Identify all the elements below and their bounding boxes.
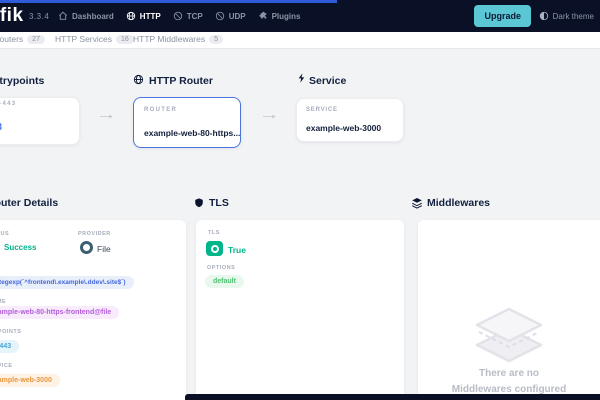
nav-item-tcp[interactable]: TCP (173, 11, 203, 21)
options-label: OPTIONS (207, 265, 236, 271)
contrast-icon (539, 11, 549, 21)
entrypoints-section-title: Entrypoints (0, 75, 45, 87)
tab-label: HTTP Routers (0, 34, 24, 44)
globe-icon (126, 11, 136, 21)
tls-section-title: TLS (209, 197, 229, 209)
service-label: SERVICE (0, 363, 13, 369)
middlewares-section-title: Middlewares (427, 197, 491, 209)
file-provider-icon (80, 241, 93, 254)
name-label: NAME (0, 299, 7, 305)
nav-item-label: HTTP (139, 11, 161, 21)
tab-count-badge: 5 (209, 34, 224, 44)
theme-toggle[interactable]: Dark theme (539, 0, 594, 32)
flow-arrow-icon: → (95, 106, 117, 122)
tab-http-middlewares[interactable]: HTTP Middlewares 5 (133, 34, 224, 44)
service-card-label: SERVICE (306, 107, 338, 113)
rule-badge: HostRegexp(`^frontend\.example\.ddev\.si… (0, 276, 134, 289)
router-card-label: ROUTER (144, 107, 178, 113)
entrypoints-label: ENTRYPOINTS (0, 329, 22, 335)
main-nav: Dashboard HTTP TCP UDP Plugins (58, 0, 300, 32)
service-card[interactable]: SERVICE example-web-3000 (296, 98, 404, 142)
tab-http-services[interactable]: HTTP Services 16 (55, 34, 134, 44)
empty-message-line1: There are no (478, 368, 540, 379)
tab-count-badge: 27 (27, 34, 45, 44)
tab-label: HTTP Services (55, 34, 112, 44)
service-section-title: Service (309, 75, 347, 87)
status-label: STATUS (0, 231, 10, 237)
top-navbar: traefik 3.3.4 Dashboard HTTP TCP (0, 0, 600, 32)
empty-middlewares-illustration (471, 306, 547, 369)
nav-item-label: Plugins (271, 11, 301, 21)
bottom-drawer-edge (185, 394, 600, 400)
nav-item-label: Dashboard (72, 11, 114, 21)
entrypoint-card-label: HTTPS-443 (0, 101, 17, 107)
router-card[interactable]: ROUTER example-web-80-https... (133, 97, 241, 148)
service-badge: example-web-3000 (0, 374, 60, 387)
provider-value: File (97, 244, 111, 254)
progress-bar (0, 0, 337, 3)
nav-item-dashboard[interactable]: Dashboard (58, 11, 114, 21)
success-check-icon: ✓ (0, 241, 1, 252)
network-icon (173, 11, 183, 21)
plugins-icon (258, 11, 268, 21)
tls-options-badge: default (205, 275, 244, 288)
entrypoint-port: :443 (0, 122, 2, 133)
service-card-name: example-web-3000 (306, 123, 382, 133)
theme-toggle-label: Dark theme (552, 11, 594, 21)
globe-icon (133, 72, 144, 90)
layers-icon (411, 196, 423, 214)
nav-item-label: UDP (228, 11, 246, 21)
shield-icon (194, 196, 204, 214)
provider-label: PROVIDER (78, 231, 111, 237)
home-icon (58, 11, 68, 21)
tls-label: TLS (208, 230, 220, 236)
nav-item-label: TCP (186, 11, 203, 21)
traefik-dashboard: traefik 3.3.4 Dashboard HTTP TCP (0, 0, 600, 400)
tab-bar: HTTP Routers 27 HTTP Services 16 HTTP Mi… (0, 32, 600, 49)
empty-middlewares-message: There are no Middlewares configured (414, 366, 600, 397)
tab-http-routers[interactable]: HTTP Routers 27 (0, 34, 45, 44)
bolt-icon (297, 71, 307, 89)
http-router-section-title: HTTP Router (149, 75, 213, 87)
nav-item-udp[interactable]: UDP (215, 11, 246, 21)
router-details-title: Router Details (0, 197, 59, 209)
status-value: Success (4, 243, 37, 252)
nav-item-http[interactable]: HTTP (126, 11, 161, 21)
app-version: 3.3.4 (29, 12, 50, 21)
app-logo: traefik (0, 5, 24, 26)
flow-arrow-icon: → (258, 106, 280, 122)
router-card-name: example-web-80-https... (144, 128, 241, 138)
upgrade-button[interactable]: Upgrade (474, 5, 531, 27)
tls-value: True (228, 245, 246, 255)
tls-toggle (206, 241, 223, 256)
entrypoint-badge: https-443 (0, 340, 20, 353)
tab-label: HTTP Middlewares (133, 34, 206, 44)
network-icon (215, 11, 225, 21)
router-name-badge: example-web-80-https-frontend@file (0, 306, 120, 319)
tab-count-badge: 16 (116, 34, 134, 44)
nav-item-plugins[interactable]: Plugins (258, 11, 301, 21)
